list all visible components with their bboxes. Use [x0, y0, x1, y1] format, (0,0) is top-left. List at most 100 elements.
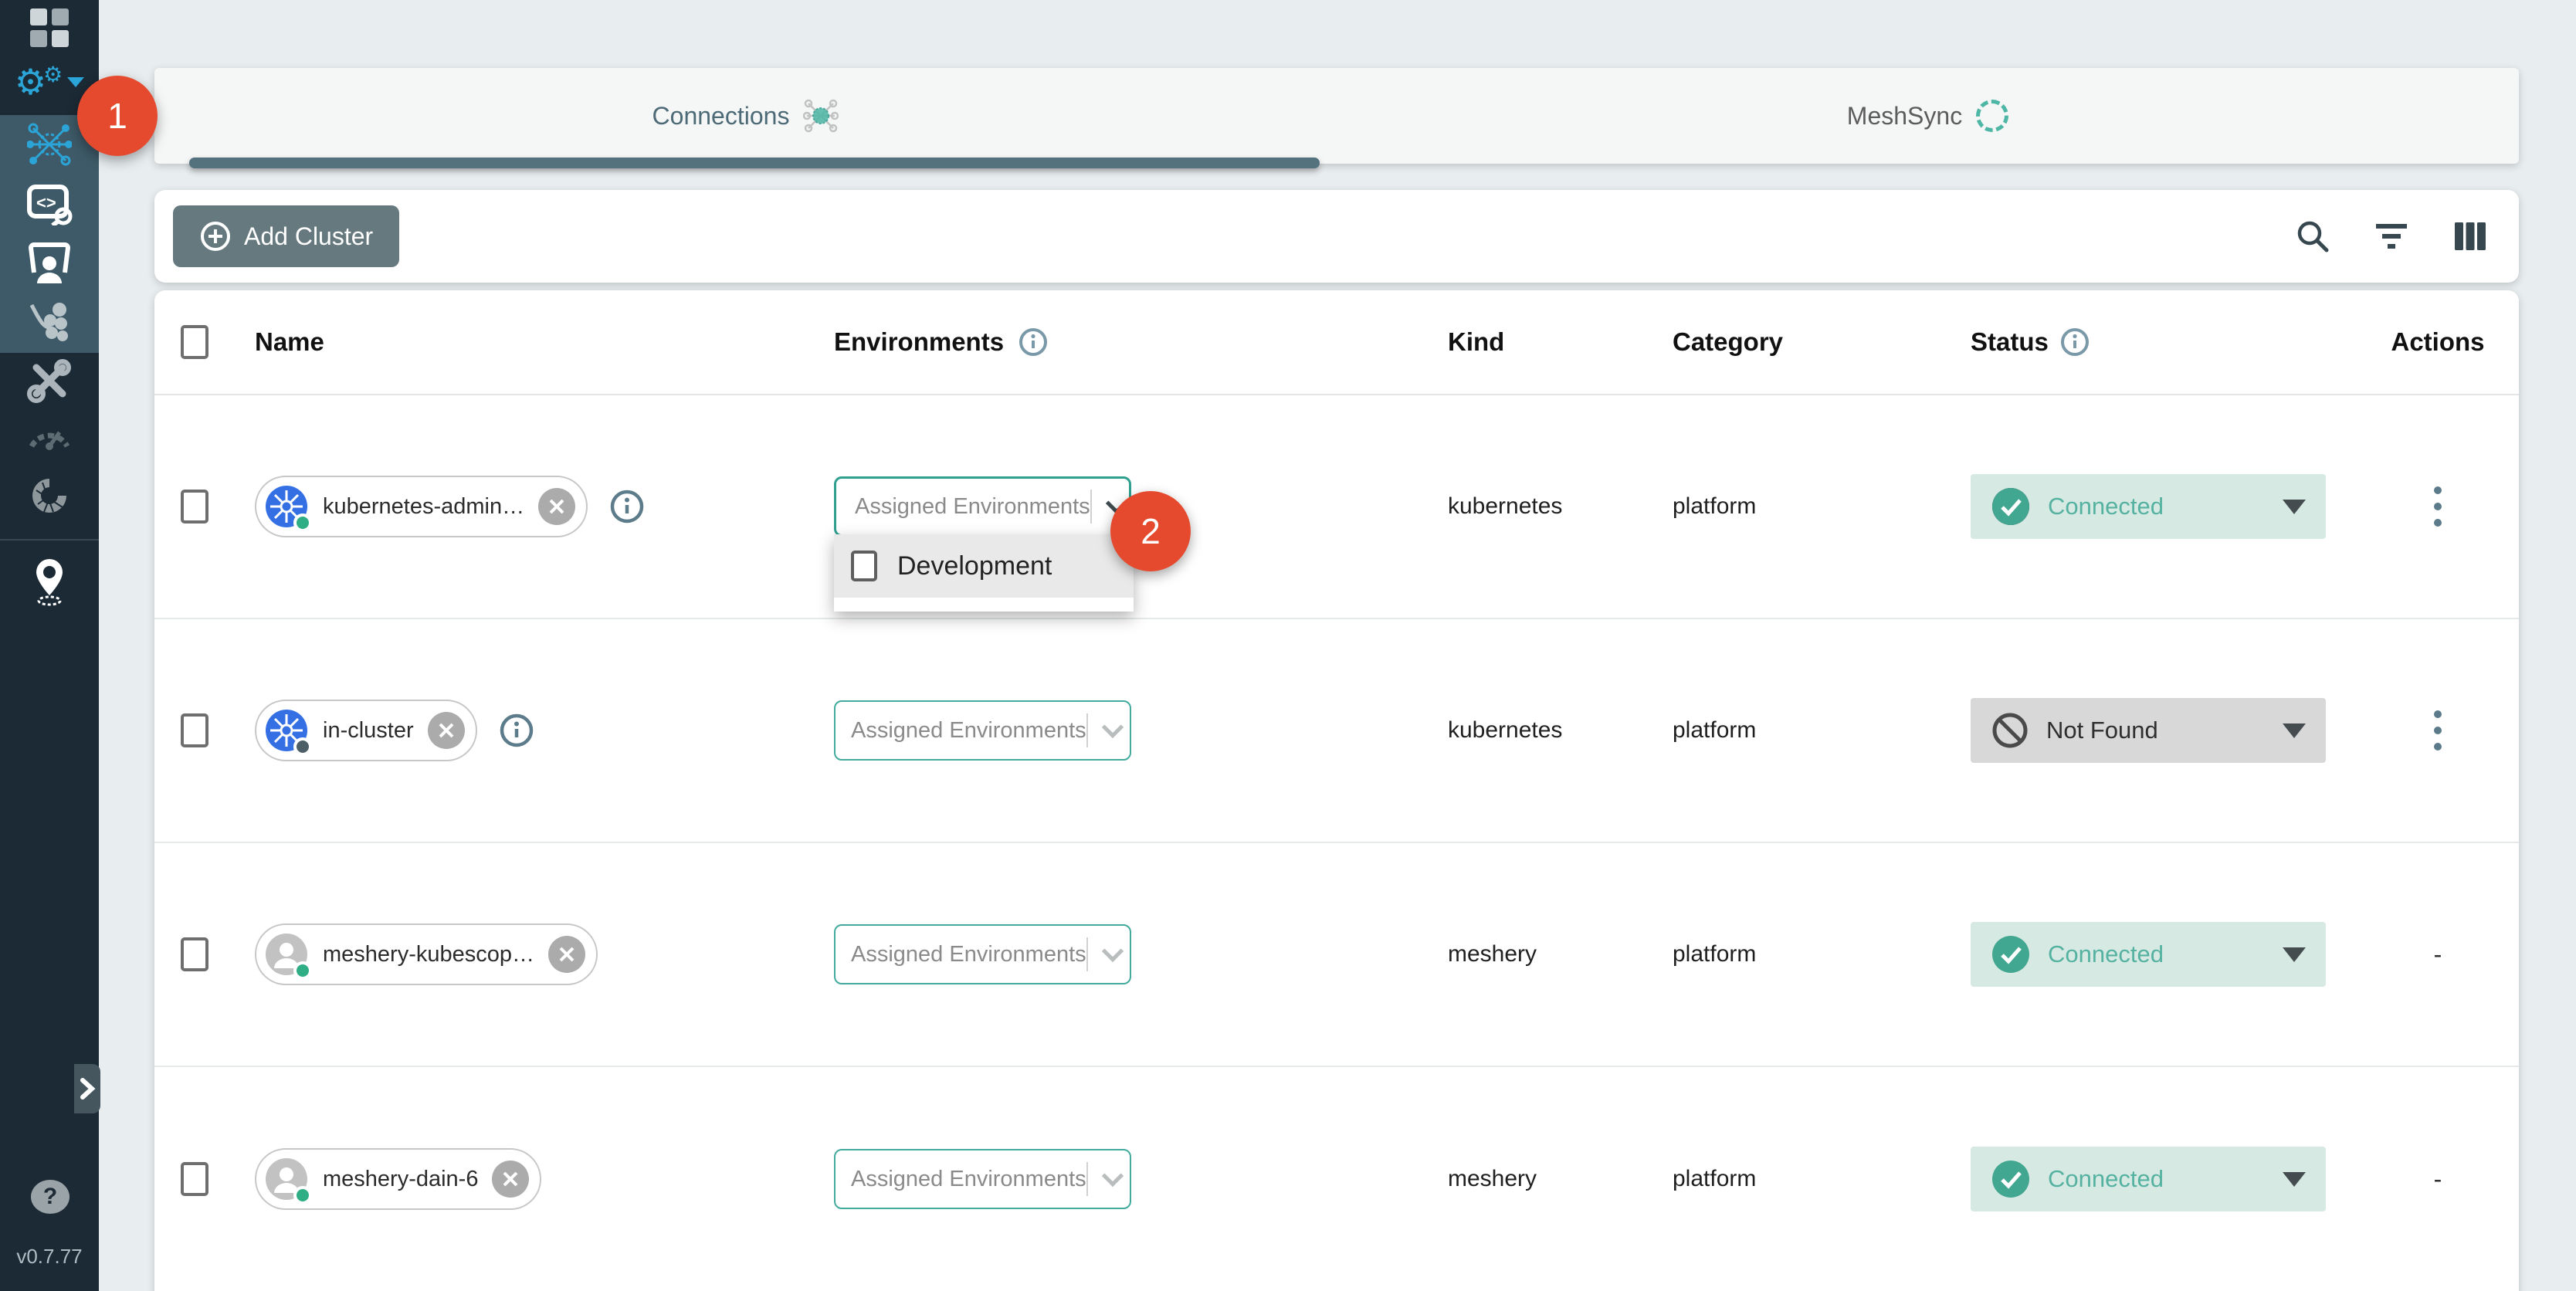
- sidebar-expand-button[interactable]: [74, 1064, 100, 1113]
- sidebar-item-designs[interactable]: [0, 300, 99, 343]
- check-circle-icon: [1991, 1159, 2031, 1199]
- table-row: in-cluster Assigned Environments kuberne…: [154, 619, 2519, 843]
- check-circle-icon: [1991, 934, 2031, 974]
- environments-dropdown-menu: Development: [834, 534, 1134, 612]
- filter-button[interactable]: [2374, 221, 2409, 252]
- status-label: Connected: [2048, 1165, 2164, 1193]
- sidebar-item-environment-location[interactable]: [0, 554, 99, 608]
- sidebar-item-extensions[interactable]: [0, 473, 99, 519]
- table-row: kubernetes-admin… Assigned Environments …: [154, 395, 2519, 619]
- assigned-environments-select[interactable]: Assigned Environments: [834, 1149, 1131, 1209]
- status-dropdown-connected[interactable]: Connected: [1971, 474, 2326, 539]
- connection-status-dot: [293, 1186, 312, 1205]
- row-checkbox[interactable]: [181, 713, 208, 747]
- row-checkbox[interactable]: [181, 490, 208, 524]
- help-button[interactable]: ?: [31, 1180, 69, 1214]
- row-actions-menu-button[interactable]: [2428, 480, 2448, 533]
- add-cluster-label: Add Cluster: [244, 222, 373, 251]
- columns-icon: [2452, 220, 2488, 252]
- kind-cell: kubernetes: [1448, 493, 1562, 519]
- remove-connection-button[interactable]: [428, 712, 465, 749]
- category-cell: platform: [1673, 1166, 1756, 1191]
- sidebar: ⚙⚙ <>: [0, 0, 99, 1291]
- connection-name-label: kubernetes-admin…: [323, 494, 524, 520]
- close-icon: [547, 497, 566, 516]
- search-button[interactable]: [2295, 219, 2330, 254]
- assigned-environments-select[interactable]: Assigned Environments: [834, 924, 1131, 984]
- kubernetes-avatar-icon: [264, 484, 309, 529]
- toolbar-card: Add Cluster: [154, 190, 2519, 283]
- tools-icon: [27, 358, 72, 403]
- connection-info-icon[interactable]: [499, 713, 534, 748]
- connection-name-label: meshery-dain-6: [323, 1167, 478, 1192]
- column-header-status: Status: [1971, 327, 2049, 357]
- tab-connections[interactable]: Connections: [154, 68, 1337, 164]
- connection-name-chip[interactable]: meshery-dain-6: [255, 1148, 541, 1210]
- view-columns-button[interactable]: [2452, 220, 2488, 252]
- dashboard-icon: [30, 8, 69, 47]
- row-checkbox[interactable]: [181, 937, 208, 971]
- table-row: meshery-dain-6 Assigned Environments mes…: [154, 1067, 2519, 1291]
- status-dropdown-connected[interactable]: Connected: [1971, 922, 2326, 987]
- chevron-down-icon: [1102, 1165, 1124, 1187]
- remove-connection-button[interactable]: [548, 936, 585, 973]
- sidebar-item-adapters[interactable]: <>: [0, 182, 99, 227]
- kubernetes-avatar-icon: [264, 708, 309, 753]
- sidebar-item-configuration[interactable]: [0, 358, 99, 403]
- connection-info-icon[interactable]: [609, 489, 645, 524]
- connections-mesh-icon: [27, 122, 72, 167]
- connection-name-label: meshery-kubescop…: [323, 942, 534, 967]
- remove-connection-button[interactable]: [538, 488, 575, 525]
- category-cell: platform: [1673, 941, 1756, 967]
- screen-user-icon: [26, 242, 73, 285]
- connections-table: Name Environments Kind Category Status A…: [154, 290, 2519, 1291]
- row-checkbox[interactable]: [181, 1162, 208, 1196]
- search-icon: [2295, 219, 2330, 254]
- tab-connections-label: Connections: [652, 102, 790, 130]
- environments-placeholder: Assigned Environments: [855, 494, 1090, 520]
- dropdown-arrow-icon: [2283, 1172, 2306, 1187]
- chevron-down-icon: [67, 77, 84, 87]
- not-found-icon: [1991, 711, 2029, 750]
- assigned-environments-select[interactable]: Assigned Environments: [834, 476, 1131, 537]
- status-dropdown-notfound[interactable]: Not Found: [1971, 698, 2326, 763]
- sidebar-item-profiles[interactable]: [0, 241, 99, 286]
- connection-name-chip[interactable]: in-cluster: [255, 700, 477, 761]
- sidebar-item-performance[interactable]: [0, 412, 99, 456]
- kanvas-graph-icon: [27, 300, 72, 342]
- environment-option-checkbox[interactable]: [851, 551, 877, 581]
- actions-empty-dash: -: [2434, 1165, 2442, 1194]
- environment-option-development[interactable]: Development: [834, 534, 1134, 598]
- connection-status-dot: [293, 737, 312, 756]
- remove-connection-button[interactable]: [492, 1161, 529, 1198]
- question-mark-icon: ?: [43, 1184, 57, 1210]
- sidebar-item-dashboard[interactable]: [0, 8, 99, 48]
- meshsync-spinner-icon: [1976, 100, 2008, 132]
- meshery-logo-icon: [27, 473, 72, 518]
- environments-info-icon[interactable]: [1018, 327, 1049, 357]
- connection-name-label: in-cluster: [323, 718, 414, 744]
- version-label: v0.7.77: [0, 1245, 99, 1269]
- row-actions-menu-button[interactable]: [2428, 704, 2448, 757]
- close-icon: [437, 721, 456, 740]
- tab-meshsync[interactable]: MeshSync: [1337, 68, 2519, 164]
- connections-mesh-icon: [803, 98, 839, 134]
- connections-tabs-card: Connections MeshSync: [154, 68, 2519, 164]
- connection-name-chip[interactable]: kubernetes-admin…: [255, 476, 588, 537]
- add-cluster-button[interactable]: Add Cluster: [173, 205, 399, 267]
- connection-name-chip[interactable]: meshery-kubescop…: [255, 923, 598, 985]
- svg-text:<>: <>: [36, 193, 56, 212]
- connection-status-dot: [293, 961, 312, 980]
- code-wrench-icon: <>: [26, 184, 73, 225]
- kind-cell: meshery: [1448, 1166, 1537, 1191]
- dropdown-arrow-icon: [2283, 723, 2306, 738]
- chevron-down-icon: [1102, 717, 1124, 738]
- select-all-checkbox[interactable]: [181, 325, 208, 359]
- location-pin-icon: [29, 556, 70, 607]
- status-info-icon[interactable]: [2059, 327, 2090, 357]
- status-dropdown-connected[interactable]: Connected: [1971, 1147, 2326, 1211]
- person-avatar-icon: [264, 1157, 309, 1201]
- sidebar-divider: [0, 539, 99, 540]
- person-avatar-icon: [264, 932, 309, 977]
- assigned-environments-select[interactable]: Assigned Environments: [834, 700, 1131, 761]
